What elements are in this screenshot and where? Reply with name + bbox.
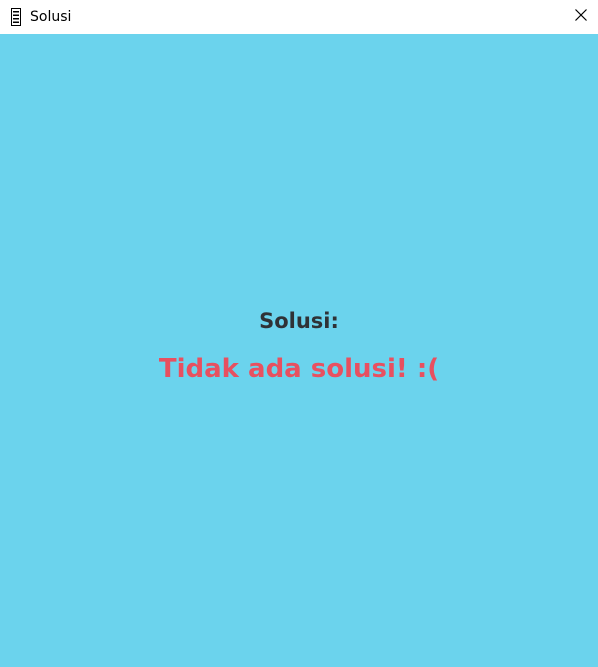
- solusi-window: Solusi Solusi: Tidak ada solusi! :(: [0, 0, 598, 667]
- window-app-icon: [9, 8, 23, 26]
- title-bar[interactable]: Solusi: [0, 0, 598, 34]
- solution-result: Tidak ada solusi! :(: [158, 354, 440, 384]
- solution-heading: Solusi:: [259, 309, 339, 333]
- close-icon: [575, 8, 587, 26]
- content-area: Solusi: Tidak ada solusi! :(: [0, 34, 598, 667]
- window-title: Solusi: [30, 9, 72, 25]
- close-button[interactable]: [564, 0, 598, 34]
